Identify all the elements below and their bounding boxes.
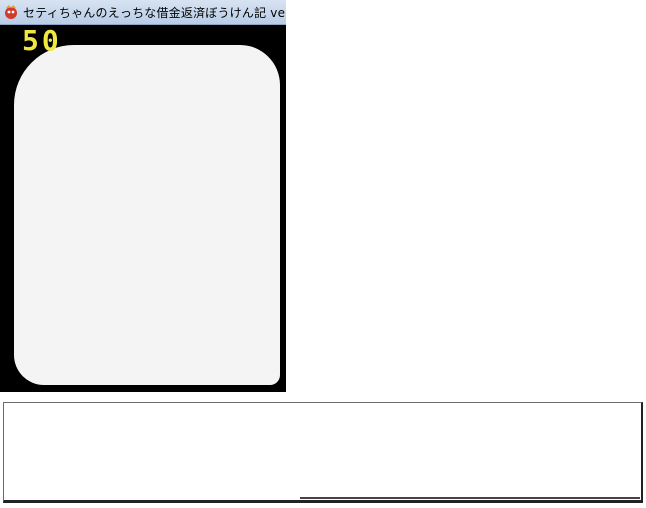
- message-box-edge: [300, 497, 640, 499]
- scene-artwork: [14, 45, 280, 385]
- game-scene[interactable]: 50: [0, 25, 286, 390]
- game-window: セティちゃんのえっちな借金返済ぼうけん記 ver 50: [0, 0, 286, 392]
- scene-divider: [0, 390, 286, 392]
- counter-display: 50: [22, 25, 62, 57]
- message-box[interactable]: [3, 402, 643, 503]
- title-bar[interactable]: セティちゃんのえっちな借金返済ぼうけん記 ver: [0, 0, 286, 25]
- app-icon: [5, 5, 17, 19]
- window-title: セティちゃんのえっちな借金返済ぼうけん記 ver: [23, 5, 286, 20]
